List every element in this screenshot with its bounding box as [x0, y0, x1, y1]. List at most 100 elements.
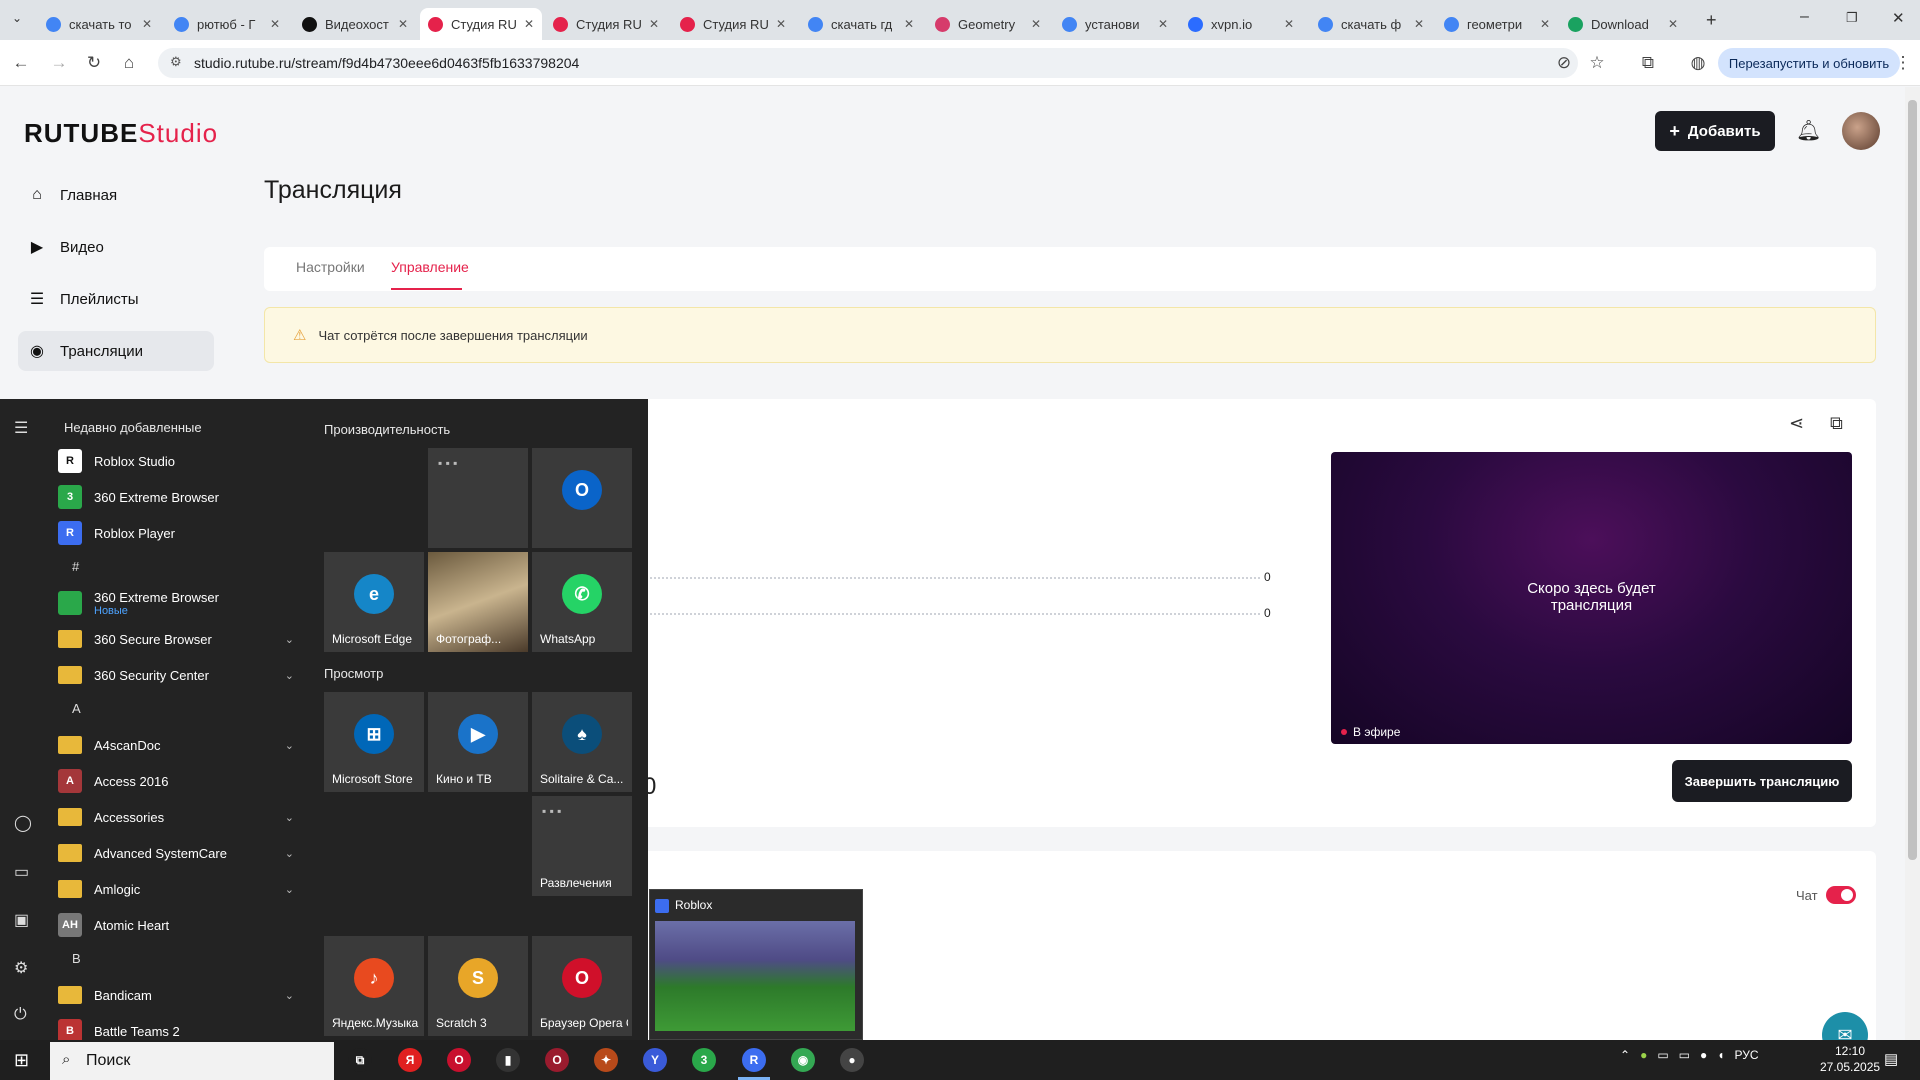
tab-close-icon[interactable]: ✕	[1540, 17, 1550, 31]
browser-tab[interactable]: скачать гд ✕	[800, 8, 922, 40]
section-letter[interactable]: B	[72, 951, 81, 966]
tile-edge[interactable]: e Microsoft Edge	[324, 552, 424, 652]
360-browser-icon[interactable]: 3	[692, 1048, 716, 1072]
yandex-icon[interactable]: Я	[398, 1048, 422, 1072]
power-icon[interactable]: ⏻	[14, 1006, 27, 1024]
profile-icon[interactable]: ◍	[1687, 52, 1709, 74]
user-avatar[interactable]	[1842, 112, 1880, 150]
tab-close-icon[interactable]: ✕	[1668, 17, 1678, 31]
task-view-icon[interactable]: ⧉	[348, 1048, 372, 1072]
hamburger-menu-icon[interactable]: ☰	[14, 418, 28, 438]
start-app-item[interactable]: R Roblox Studio	[58, 444, 308, 478]
start-app-item[interactable]: 360 Security Center ⌄	[58, 658, 308, 692]
tab-close-icon[interactable]: ✕	[270, 17, 280, 31]
extensions-icon[interactable]: ⧉	[1637, 52, 1659, 74]
tab-close-icon[interactable]: ✕	[1284, 17, 1294, 31]
browser-tab[interactable]: Студия RU ✕	[545, 8, 667, 40]
forward-icon[interactable]: →	[48, 52, 70, 74]
tile-yandex-music[interactable]: ♪ Яндекс.Музыка	[324, 936, 424, 1036]
start-app-item[interactable]: 3 360 Extreme Browser	[58, 480, 308, 514]
tile-office-group[interactable]: ▪ ▪ ▪	[428, 448, 528, 548]
tray-expand-icon[interactable]: ⌃	[1620, 1048, 1630, 1062]
opera-icon[interactable]: O	[447, 1048, 471, 1072]
site-info-icon[interactable]: ⚙	[170, 54, 182, 70]
user-account-icon[interactable]: ◯	[14, 813, 32, 833]
tray-app-icon[interactable]: ●	[1640, 1048, 1647, 1062]
tile-whatsapp[interactable]: ✆ WhatsApp	[532, 552, 632, 652]
tab-settings[interactable]: Настройки	[296, 259, 365, 275]
browser-tab[interactable]: Download ✕	[1560, 8, 1686, 40]
start-app-item[interactable]: A Access 2016	[58, 764, 308, 798]
browser-tab[interactable]: xvpn.io ✕	[1180, 8, 1302, 40]
tab-close-icon[interactable]: ✕	[1158, 17, 1168, 31]
tile-solitaire[interactable]: ♠ Solitaire & Ca...	[532, 692, 632, 792]
browser-tab[interactable]: Студия RU ✕	[672, 8, 794, 40]
start-app-item[interactable]: AH Atomic Heart	[58, 908, 308, 942]
start-app-item[interactable]: R Roblox Player	[58, 516, 308, 550]
start-app-item[interactable]: 360 Extreme Browser Новые	[58, 586, 308, 620]
relaunch-update-button[interactable]: Перезапустить и обновить	[1718, 48, 1900, 78]
tab-close-icon[interactable]: ✕	[904, 17, 914, 31]
windows-start-icon[interactable]: ⊞	[14, 1050, 29, 1071]
tile-store[interactable]: ⊞ Microsoft Store	[324, 692, 424, 792]
settings-gear-icon[interactable]: ⚙	[14, 958, 28, 978]
tab-close-icon[interactable]: ✕	[524, 17, 534, 31]
tab-close-icon[interactable]: ✕	[649, 17, 659, 31]
tab-close-icon[interactable]: ✕	[776, 17, 786, 31]
taskbar-search-box[interactable]: ⌕ Поиск	[50, 1042, 334, 1080]
restore-window-icon[interactable]: ❐	[1846, 10, 1858, 26]
open-external-icon[interactable]: ⧉	[1830, 413, 1843, 434]
start-app-item[interactable]: 360 Secure Browser ⌄	[58, 622, 308, 656]
tab-management[interactable]: Управление	[391, 259, 469, 275]
start-app-item[interactable]: Amlogic ⌄	[58, 872, 308, 906]
bookmark-star-icon[interactable]: ☆	[1586, 52, 1608, 74]
scrollbar-thumb[interactable]	[1908, 100, 1917, 860]
documents-icon[interactable]: ▭	[14, 862, 29, 882]
tile-entertainment-group[interactable]: ▪ ▪ ▪ Развлечения	[532, 796, 632, 896]
obs-icon[interactable]: ●	[840, 1048, 864, 1072]
chrome-icon[interactable]: ◉	[791, 1048, 815, 1072]
network-icon[interactable]: ▭	[1679, 1048, 1690, 1062]
microphone-icon[interactable]: ●	[1700, 1048, 1707, 1062]
start-app-item[interactable]: Bandicam ⌄	[58, 978, 308, 1012]
start-app-item[interactable]: Advanced SystemCare ⌄	[58, 836, 308, 870]
notification-center-icon[interactable]: ▤	[1884, 1050, 1898, 1068]
opera-gx-taskbar-icon[interactable]: O	[545, 1048, 569, 1072]
rutube-studio-logo[interactable]: RUTUBEStudio	[24, 118, 218, 149]
sidebar-item[interactable]: ▶ Видео	[18, 227, 214, 267]
back-icon[interactable]: ←	[10, 52, 32, 74]
roblox-icon[interactable]: R	[742, 1048, 766, 1072]
notifications-bell-icon[interactable]: 🔔︎	[1796, 118, 1821, 143]
add-button[interactable]: + Добавить	[1655, 111, 1775, 151]
chat-toggle[interactable]	[1826, 886, 1856, 904]
section-letter[interactable]: A	[72, 701, 81, 716]
tile-outlook[interactable]: O	[532, 448, 632, 548]
share-icon[interactable]: ⋖	[1789, 413, 1804, 434]
minimize-window-icon[interactable]: –	[1800, 8, 1809, 26]
browser-menu-icon[interactable]: ⋮	[1892, 52, 1914, 74]
language-indicator[interactable]: РУС	[1735, 1048, 1759, 1062]
new-tab-button[interactable]: +	[1706, 10, 1717, 31]
browser-tab[interactable]: установи ✕	[1054, 8, 1176, 40]
reload-icon[interactable]: ↻	[83, 52, 105, 74]
browser-tab[interactable]: рютюб - Г ✕	[166, 8, 288, 40]
tab-search-chevron-icon[interactable]: ⌄	[12, 11, 22, 25]
home-browser-icon[interactable]: ⌂	[118, 52, 140, 74]
start-app-item[interactable]: Accessories ⌄	[58, 800, 308, 834]
yandex-browser-icon[interactable]: Y	[643, 1048, 667, 1072]
browser-tab[interactable]: скачать то ✕	[38, 8, 160, 40]
browser-tab[interactable]: скачать ф ✕	[1310, 8, 1432, 40]
close-window-icon[interactable]: ✕	[1892, 9, 1905, 27]
tab-close-icon[interactable]: ✕	[1414, 17, 1424, 31]
taskbar-clock[interactable]: 12:10 27.05.2025	[1820, 1043, 1880, 1075]
tile-photos[interactable]: Фотограф...	[428, 552, 528, 652]
hide-eye-icon[interactable]: ⊘	[1553, 52, 1575, 74]
browser-tab[interactable]: Студия RU ✕	[420, 8, 542, 40]
app-icon[interactable]: ▮	[496, 1048, 520, 1072]
tab-close-icon[interactable]: ✕	[142, 17, 152, 31]
tile-scratch[interactable]: S Scratch 3	[428, 936, 528, 1036]
game-icon[interactable]: ✦	[594, 1048, 618, 1072]
tab-close-icon[interactable]: ✕	[1031, 17, 1041, 31]
browser-tab[interactable]: Geometry ✕	[927, 8, 1049, 40]
tray-display-icon[interactable]: ▭	[1657, 1048, 1668, 1062]
